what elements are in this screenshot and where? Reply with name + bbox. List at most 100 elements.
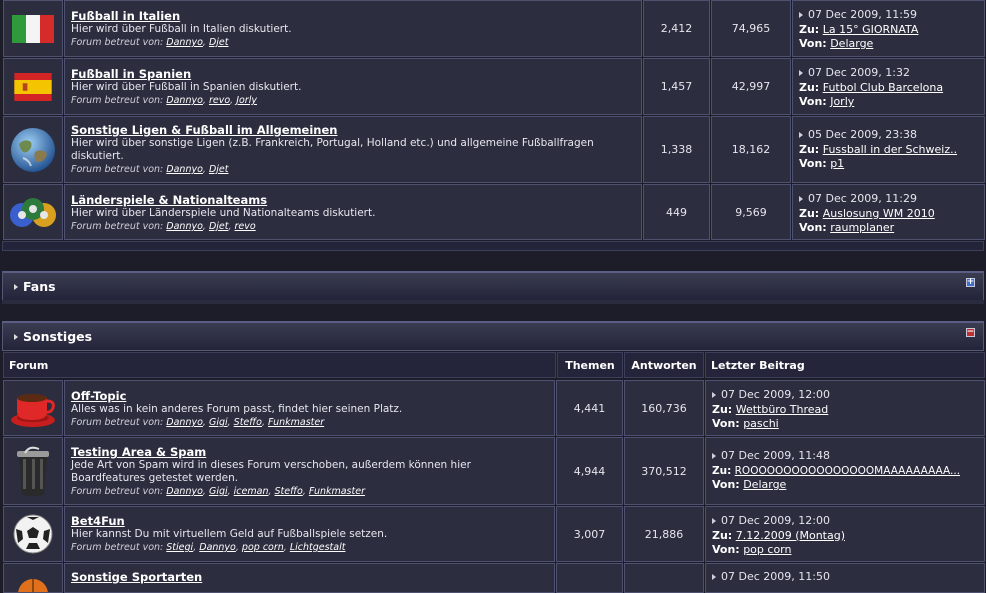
by-label: Von: xyxy=(799,95,827,108)
forum-title-link[interactable]: Fußball in Italien xyxy=(71,9,641,23)
topics-count: 449 xyxy=(643,184,710,240)
last-post-cell: 07 Dec 2009, 11:50 xyxy=(705,563,985,593)
moderator-link[interactable]: Dannyo xyxy=(166,486,203,497)
last-thread-link[interactable]: La 15° GIORNATA xyxy=(823,23,919,36)
last-thread-link[interactable]: 7.12.2009 (Montag) xyxy=(736,529,845,542)
posts-count: 21,886 xyxy=(624,506,704,562)
topics-count: 3,007 xyxy=(556,506,623,562)
by-label: Von: xyxy=(712,478,740,491)
last-thread-link[interactable]: Futbol Club Barcelona xyxy=(823,81,943,94)
soccer-balls-icon xyxy=(10,198,56,227)
category-title: Sonstiges xyxy=(23,329,93,344)
collapse-toggle-icon[interactable]: − xyxy=(966,328,975,337)
moderator-link[interactable]: Dannyo xyxy=(166,221,203,232)
last-post-date: 07 Dec 2009, 12:00 xyxy=(721,388,830,401)
moderator-link[interactable]: Dannyo xyxy=(166,417,203,428)
forum-info-cell: Fußball in Italien Hier wird über Fußbal… xyxy=(64,0,642,57)
last-thread-link[interactable]: Fussball in der Schweiz.. xyxy=(823,143,957,156)
moderator-link[interactable]: Stiegi xyxy=(166,542,193,553)
forum-info-cell: Sonstige Ligen & Fußball im Allgemeinen … xyxy=(64,116,642,183)
moderator-link[interactable]: Dannyo xyxy=(199,542,236,553)
last-thread-link[interactable]: ROOOOOOOOOOOOOOOOMAAAAAAAAA... xyxy=(735,465,960,477)
category-title: Fans xyxy=(23,279,56,294)
moderator-link[interactable]: Gigi xyxy=(209,417,228,428)
coffee-cup-icon xyxy=(11,394,55,427)
last-user-link[interactable]: Delarge xyxy=(743,478,786,491)
last-post-cell: 05 Dec 2009, 23:38 Zu: Fussball in der S… xyxy=(792,116,985,183)
last-user-link[interactable]: raumplaner xyxy=(830,221,894,234)
by-label: Von: xyxy=(799,221,827,234)
posts-count: 9,569 xyxy=(711,184,791,240)
forum-title-link[interactable]: Länderspiele & Nationalteams xyxy=(71,193,641,207)
expand-arrow-icon xyxy=(14,284,18,290)
moderator-link[interactable]: Djet xyxy=(209,164,229,175)
expand-arrow-icon xyxy=(14,334,18,340)
topics-count xyxy=(556,563,623,593)
by-label: Von: xyxy=(712,417,740,430)
category-header-sonstiges[interactable]: Sonstiges − xyxy=(2,321,984,351)
moderator-link[interactable]: Dannyo xyxy=(166,95,203,106)
forum-title-link[interactable]: Testing Area & Spam xyxy=(71,445,554,459)
last-user-link[interactable]: Delarge xyxy=(830,37,873,50)
last-user-link[interactable]: p1 xyxy=(830,157,844,170)
post-arrow-icon xyxy=(712,392,716,398)
last-post-date: 07 Dec 2009, 12:00 xyxy=(721,514,830,527)
expand-toggle-icon[interactable]: + xyxy=(966,278,975,287)
moderator-link[interactable]: Djet xyxy=(209,37,229,48)
moderator-link[interactable]: Dannyo xyxy=(166,37,203,48)
last-user-link[interactable]: pop corn xyxy=(743,543,791,556)
forum-title-link[interactable]: Fußball in Spanien xyxy=(71,67,641,81)
moderator-link[interactable]: revo xyxy=(209,95,230,106)
last-user-link[interactable]: Jorly xyxy=(830,95,854,108)
moderator-link[interactable]: Jorly xyxy=(236,95,257,106)
forum-icon-cell xyxy=(3,116,63,183)
forum-title-link[interactable]: Bet4Fun xyxy=(71,514,554,528)
forum-description: Alles was in kein anderes Forum passt, f… xyxy=(71,403,403,415)
forum-icon-cell xyxy=(3,184,63,240)
by-label: Von: xyxy=(799,157,827,170)
post-arrow-icon xyxy=(712,518,716,524)
moderator-link[interactable]: Funkmaster xyxy=(268,417,324,428)
forum-info-cell: Off-Topic Alles was in kein anderes Foru… xyxy=(64,380,555,436)
moderator-link[interactable]: pop corn xyxy=(242,542,284,553)
post-arrow-icon xyxy=(799,12,803,18)
moderator-link[interactable]: Steffo xyxy=(275,486,303,497)
forum-title-link[interactable]: Sonstige Sportarten xyxy=(71,570,554,584)
last-thread-link[interactable]: Wettbüro Thread xyxy=(736,403,829,416)
column-header-forum: Forum xyxy=(3,352,556,378)
moderators-label: Forum betreut von: xyxy=(71,542,164,553)
column-header-posts: Antworten xyxy=(624,352,704,378)
moderator-link[interactable]: Funkmaster xyxy=(309,486,365,497)
forum-icon-cell xyxy=(3,0,63,57)
moderator-link[interactable]: Steffo xyxy=(234,417,262,428)
moderator-link[interactable]: revo xyxy=(235,221,256,232)
post-arrow-icon xyxy=(799,70,803,76)
last-user-link[interactable]: paschi xyxy=(743,417,779,430)
topics-count: 2,412 xyxy=(643,0,710,57)
moderator-link[interactable]: Gigi xyxy=(209,486,228,497)
post-arrow-icon xyxy=(712,453,716,459)
to-label: Zu: xyxy=(712,464,732,477)
forum-title-link[interactable]: Sonstige Ligen & Fußball im Allgemeinen xyxy=(71,123,641,137)
column-header-topics: Themen xyxy=(557,352,623,378)
last-post-date: 07 Dec 2009, 11:48 xyxy=(721,449,830,462)
last-post-date: 07 Dec 2009, 11:50 xyxy=(721,570,830,583)
moderators-label: Forum betreut von: xyxy=(71,95,164,106)
globe-icon xyxy=(11,127,55,172)
moderator-link[interactable]: Djet xyxy=(209,221,229,232)
posts-count: 18,162 xyxy=(711,116,791,183)
moderator-link[interactable]: Lichtgestalt xyxy=(290,542,346,553)
section-footer xyxy=(2,241,984,251)
topics-count: 1,457 xyxy=(643,58,710,115)
forum-info-cell: Sonstige Sportarten xyxy=(64,563,555,593)
category-header-fans[interactable]: Fans + xyxy=(2,271,984,301)
posts-count: 370,512 xyxy=(624,437,704,505)
topics-count: 4,944 xyxy=(556,437,623,505)
forum-title-link[interactable]: Off-Topic xyxy=(71,389,554,403)
last-thread-link[interactable]: Auslosung WM 2010 xyxy=(823,207,935,220)
moderator-link[interactable]: iceman xyxy=(234,486,269,497)
column-header-last-post: Letzter Beitrag xyxy=(705,352,985,378)
moderator-link[interactable]: Dannyo xyxy=(166,164,203,175)
forum-info-cell: Länderspiele & Nationalteams Hier wird ü… xyxy=(64,184,642,240)
forum-info-cell: Testing Area & Spam Jede Art von Spam wi… xyxy=(64,437,555,505)
